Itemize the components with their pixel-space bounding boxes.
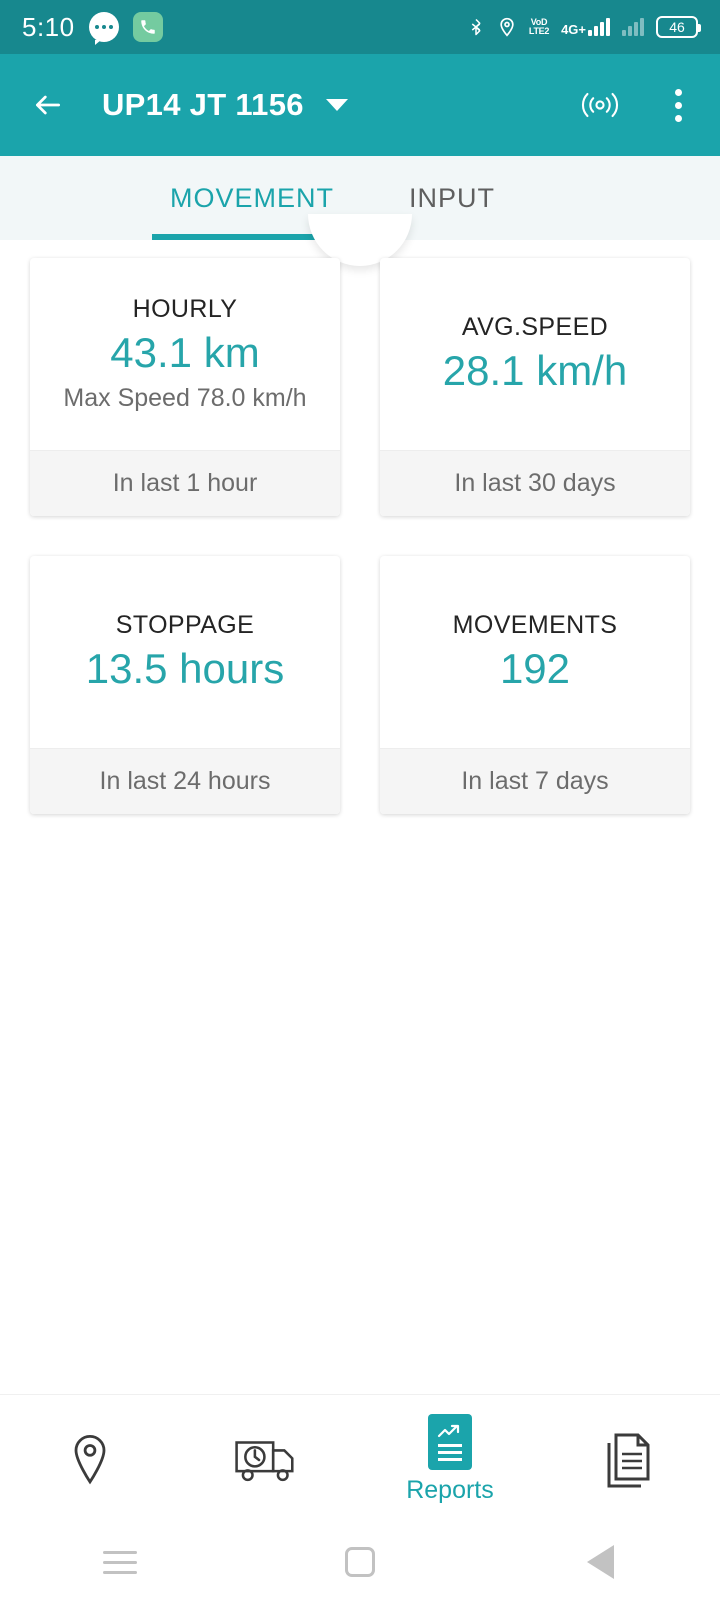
nav-item-trips[interactable] — [180, 1395, 360, 1524]
volte-icon: VoD LTE2 — [529, 18, 549, 36]
stat-card-value: 43.1 km — [110, 328, 260, 376]
volte-bottom-label: LTE2 — [528, 26, 550, 36]
reports-icon — [428, 1414, 472, 1470]
stat-card-body: AVG.SPEED 28.1 km/h — [380, 258, 690, 450]
stat-card-value: 28.1 km/h — [442, 347, 628, 395]
status-bar-right: VoD LTE2 4G+ 46 — [467, 15, 701, 39]
home-icon — [345, 1547, 375, 1577]
documents-icon — [607, 1433, 650, 1487]
location-icon — [500, 17, 514, 37]
stat-card-stoppage[interactable]: STOPPAGE 13.5 hours In last 24 hours — [30, 556, 340, 814]
chevron-down-icon[interactable] — [325, 99, 348, 111]
stat-card-title: STOPPAGE — [115, 611, 255, 640]
stat-card-value: 192 — [499, 645, 571, 693]
bluetooth-icon — [471, 18, 481, 36]
stat-card-footer: In last 7 days — [380, 748, 690, 814]
status-bar-left: 5:10 — [22, 11, 163, 45]
app-bar-actions — [577, 83, 692, 128]
nav-item-location[interactable] — [0, 1395, 180, 1524]
nav-item-reports[interactable]: Reports — [360, 1395, 540, 1524]
stat-card-hourly[interactable]: HOURLY 43.1 km Max Speed 78.0 km/h In la… — [30, 258, 340, 516]
system-recents-button[interactable] — [0, 1550, 240, 1574]
status-time: 5:10 — [22, 11, 75, 42]
page-title: UP14 JT 1156 — [102, 87, 304, 122]
system-home-button[interactable] — [240, 1547, 480, 1577]
system-navigation-bar — [0, 1524, 720, 1600]
broadcast-icon[interactable] — [577, 88, 623, 122]
stat-card-body: HOURLY 43.1 km Max Speed 78.0 km/h — [30, 258, 340, 450]
signal-bars-primary-icon — [588, 18, 610, 36]
network-4g-icon: 4G+ — [561, 18, 610, 36]
stat-card-footer: In last 24 hours — [30, 748, 340, 814]
recents-icon — [103, 1550, 137, 1574]
stat-card-body: MOVEMENTS 192 — [380, 556, 690, 748]
signal-bars-secondary-icon — [622, 18, 644, 36]
stat-card-avg-speed[interactable]: AVG.SPEED 28.1 km/h In last 30 days — [380, 258, 690, 516]
system-back-button[interactable] — [480, 1545, 720, 1579]
stat-card-movements[interactable]: MOVEMENTS 192 In last 7 days — [380, 556, 690, 814]
stat-card-value: 13.5 hours — [85, 645, 285, 693]
app-screen: 5:10 VoD LTE2 4G+ 46 UP14 JT 1156 MOVEME… — [0, 0, 720, 1600]
truck-clock-icon — [235, 1440, 294, 1481]
nav-item-reports-label: Reports — [406, 1476, 494, 1504]
stat-card-footer: In last 1 hour — [30, 450, 340, 516]
network-label: 4G+ — [561, 22, 586, 37]
back-arrow-icon[interactable] — [28, 89, 68, 121]
stat-card-title: AVG.SPEED — [461, 313, 609, 342]
main-content: HOURLY 43.1 km Max Speed 78.0 km/h In la… — [0, 214, 720, 1394]
back-icon — [586, 1545, 614, 1579]
app-bar: UP14 JT 1156 — [0, 54, 720, 156]
stat-card-grid: HOURLY 43.1 km Max Speed 78.0 km/h In la… — [30, 258, 690, 814]
stat-card-title: MOVEMENTS — [452, 611, 618, 640]
stat-card-title: HOURLY — [132, 294, 238, 323]
stat-card-footer: In last 30 days — [380, 450, 690, 516]
overflow-menu-icon[interactable] — [665, 83, 692, 128]
stat-card-body: STOPPAGE 13.5 hours — [30, 556, 340, 748]
stat-card-subtitle: Max Speed 78.0 km/h — [63, 384, 307, 413]
chat-bubble-icon — [88, 12, 119, 45]
nav-item-documents[interactable] — [540, 1395, 720, 1524]
bottom-navigation: Reports — [0, 1394, 720, 1524]
battery-icon: 46 — [656, 16, 701, 38]
battery-level: 46 — [669, 19, 685, 35]
phone-icon — [132, 12, 163, 42]
location-pin-icon — [74, 1434, 106, 1484]
status-bar: 5:10 VoD LTE2 4G+ 46 — [0, 0, 720, 54]
